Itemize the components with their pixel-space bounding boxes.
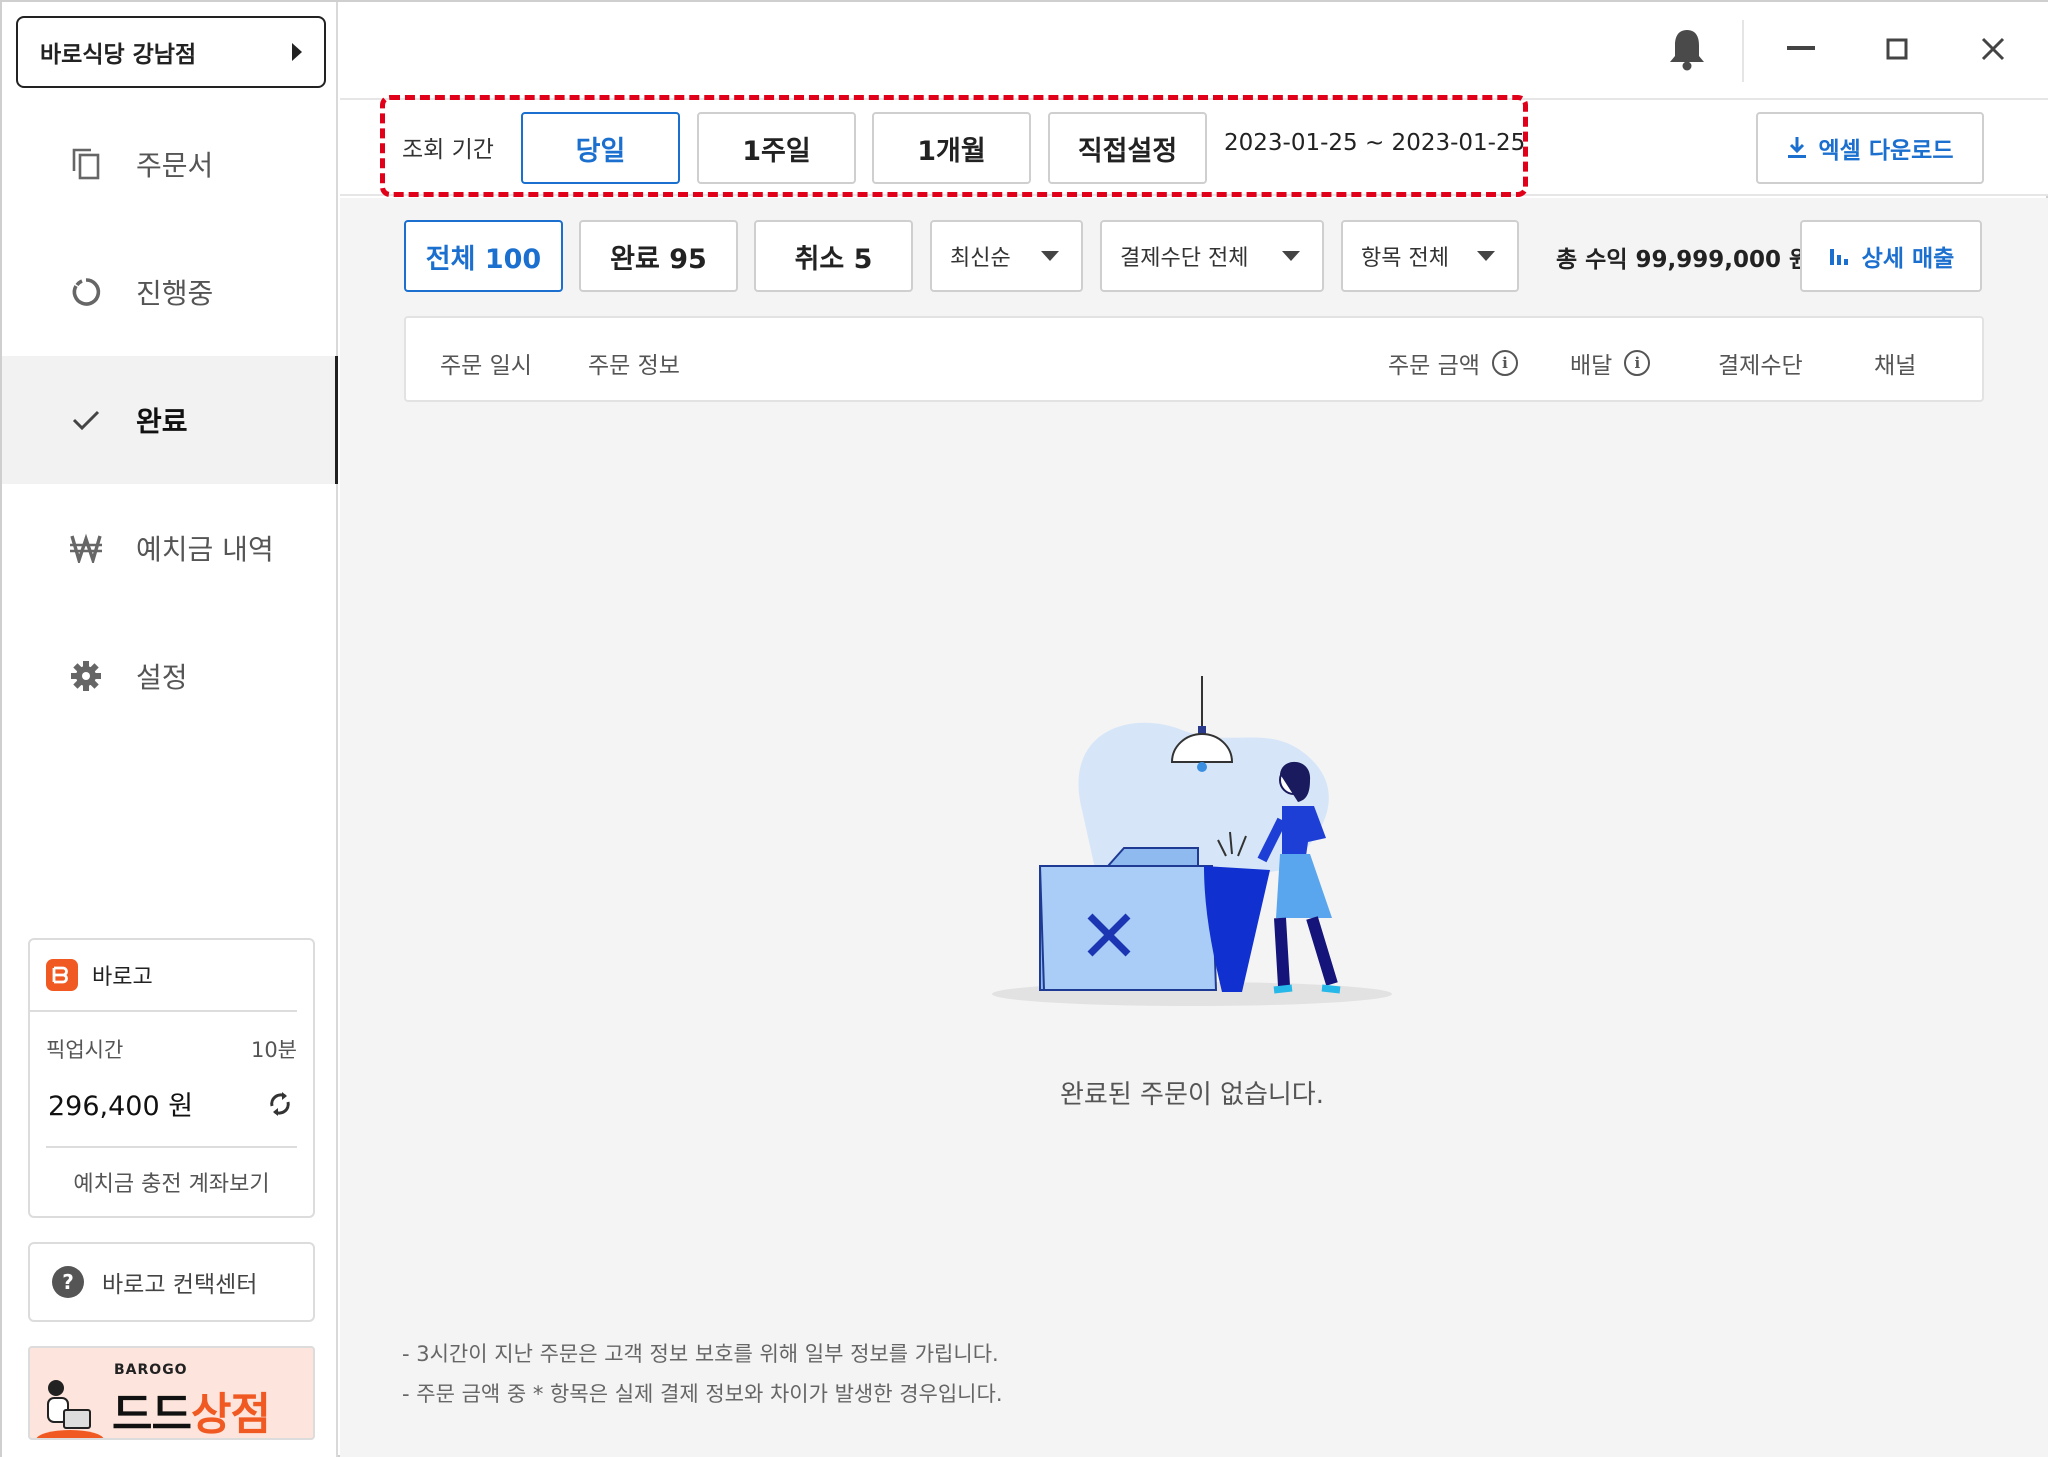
minimize-icon[interactable] bbox=[1776, 24, 1826, 74]
close-icon[interactable] bbox=[1968, 24, 2018, 74]
banner-person-illustration bbox=[36, 1380, 104, 1438]
detail-sales-button[interactable]: 상세 매출 bbox=[1800, 220, 1982, 292]
chevron-down-icon bbox=[1041, 251, 1059, 261]
balance-amount: 296,400 원 bbox=[48, 1091, 194, 1122]
filter-completed-tab[interactable]: 완료 95 bbox=[579, 220, 738, 292]
barogo-logo-icon bbox=[46, 959, 78, 991]
download-icon bbox=[1787, 137, 1806, 158]
item-filter-value: 항목 전체 bbox=[1361, 246, 1449, 271]
sort-value: 최신순 bbox=[950, 246, 1011, 271]
col-delivery: 배달 i bbox=[1570, 346, 1651, 380]
sidebar-item-label: 주문서 bbox=[136, 149, 214, 182]
deposit-account-link[interactable]: 예치금 충전 계좌보기 bbox=[46, 1146, 297, 1216]
item-filter-dropdown[interactable]: 항목 전체 bbox=[1341, 220, 1519, 292]
sidebar-item-label: 예치금 내역 bbox=[136, 533, 274, 566]
total-revenue: 총 수익 99,999,000 원 bbox=[1556, 247, 1811, 273]
sidebar-item-deposit-history[interactable]: 예치금 내역 bbox=[2, 484, 338, 612]
banner-title: 드드상점 bbox=[112, 1378, 271, 1440]
check-icon bbox=[68, 402, 104, 438]
sidebar-item-label: 완료 bbox=[136, 405, 188, 438]
pickup-time-row: 픽업시간 10분 bbox=[30, 1012, 313, 1064]
payment-method-dropdown[interactable]: 결제수단 전체 bbox=[1100, 220, 1324, 292]
gear-icon bbox=[68, 658, 104, 694]
help-icon: ? bbox=[52, 1266, 84, 1298]
excel-download-label: 엑셀 다운로드 bbox=[1818, 138, 1954, 164]
balance-row: 296,400 원 bbox=[30, 1064, 313, 1123]
pickup-value: 10분 bbox=[250, 1038, 297, 1062]
info-icon[interactable]: i bbox=[1491, 350, 1518, 376]
sidebar-item-completed[interactable]: 완료 bbox=[2, 356, 338, 484]
col-order-info: 주문 정보 bbox=[588, 353, 680, 379]
banner-brand: BAROGO bbox=[114, 1362, 188, 1378]
empty-state-message: 완료된 주문이 없습니다. bbox=[1060, 1080, 1324, 1110]
sort-dropdown[interactable]: 최신순 bbox=[930, 220, 1083, 292]
col-order-datetime: 주문 일시 bbox=[440, 353, 532, 379]
title-bar-divider bbox=[1742, 20, 1744, 82]
period-custom-button[interactable]: 직접설정 bbox=[1048, 112, 1207, 184]
store-name: 바로식당 강남점 bbox=[40, 42, 197, 68]
chevron-down-icon bbox=[1477, 251, 1495, 261]
sidebar-item-label: 진행중 bbox=[136, 277, 214, 310]
sidebar-item-settings[interactable]: 설정 bbox=[2, 612, 338, 740]
payment-method-value: 결제수단 전체 bbox=[1120, 246, 1249, 271]
col-delivery-label: 배달 bbox=[1570, 353, 1613, 379]
period-today-button[interactable]: 당일 bbox=[521, 112, 680, 184]
col-order-amount-label: 주문 금액 bbox=[1388, 353, 1480, 379]
chevron-down-icon bbox=[1282, 251, 1300, 261]
barogo-card-header: 바로고 bbox=[30, 940, 297, 1012]
barogo-card: 바로고 픽업시간 10분 296,400 원 예치금 충전 계좌보기 bbox=[28, 938, 315, 1218]
period-1week-button[interactable]: 1주일 bbox=[697, 112, 856, 184]
maximize-icon[interactable] bbox=[1872, 24, 1922, 74]
col-channel: 채널 bbox=[1874, 353, 1917, 379]
detail-sales-label: 상세 매출 bbox=[1861, 246, 1955, 272]
won-icon bbox=[68, 530, 104, 566]
col-order-amount: 주문 금액 i bbox=[1388, 346, 1518, 380]
banner-title-main: 드드 bbox=[112, 1389, 192, 1440]
footnote-item: - 3시간이 지난 주문은 고객 정보 보호를 위해 일부 정보를 가립니다. bbox=[402, 1342, 999, 1366]
footnotes: - 3시간이 지난 주문은 고객 정보 보호를 위해 일부 정보를 가립니다. … bbox=[402, 1334, 1003, 1414]
caret-right-icon bbox=[292, 43, 302, 61]
refresh-icon[interactable] bbox=[265, 1089, 295, 1119]
period-1month-button[interactable]: 1개월 bbox=[872, 112, 1031, 184]
bar-chart-icon bbox=[1829, 249, 1848, 265]
sidebar-item-label: 설정 bbox=[136, 661, 188, 694]
filter-cancelled-tab[interactable]: 취소 5 bbox=[754, 220, 913, 292]
contact-center-button[interactable]: ? 바로고 컨택센터 bbox=[28, 1242, 315, 1322]
period-label: 조회 기간 bbox=[402, 137, 494, 163]
bell-icon[interactable] bbox=[1662, 24, 1712, 74]
title-bar bbox=[340, 2, 2048, 98]
promo-banner[interactable]: BAROGO 드드상점 bbox=[28, 1346, 315, 1440]
filter-all-tab[interactable]: 전체 100 bbox=[404, 220, 563, 292]
orders-table-header: 주문 일시 주문 정보 주문 금액 i 배달 i 결제수단 채널 bbox=[404, 316, 1984, 402]
app-window: 바로식당 강남점 주문서 진행중 완료 예치금 내역 설정 바로고 픽업시간 1… bbox=[0, 0, 2048, 1457]
col-payment-method: 결제수단 bbox=[1718, 353, 1803, 379]
banner-title-sub: 상점 bbox=[190, 1389, 271, 1440]
info-icon[interactable]: i bbox=[1624, 350, 1651, 376]
pickup-label: 픽업시간 bbox=[46, 1038, 124, 1062]
store-selector[interactable]: 바로식당 강남점 bbox=[16, 16, 326, 88]
empty-folder-illustration bbox=[992, 676, 1392, 1006]
sidebar-item-orders[interactable]: 주문서 bbox=[2, 100, 338, 228]
copy-icon bbox=[68, 146, 104, 182]
sidebar: 바로식당 강남점 주문서 진행중 완료 예치금 내역 설정 바로고 픽업시간 1… bbox=[2, 2, 338, 1457]
date-range: 2023-01-25 ~ 2023-01-25 bbox=[1224, 130, 1526, 156]
barogo-name: 바로고 bbox=[92, 965, 153, 990]
progress-icon bbox=[68, 274, 104, 310]
sidebar-item-in-progress[interactable]: 진행중 bbox=[2, 228, 338, 356]
contact-center-label: 바로고 컨택센터 bbox=[102, 1272, 258, 1298]
footnote-item: - 주문 금액 중 * 항목은 실제 결제 정보와 차이가 발생한 경우입니다. bbox=[402, 1382, 1003, 1406]
excel-download-button[interactable]: 엑셀 다운로드 bbox=[1756, 112, 1984, 184]
